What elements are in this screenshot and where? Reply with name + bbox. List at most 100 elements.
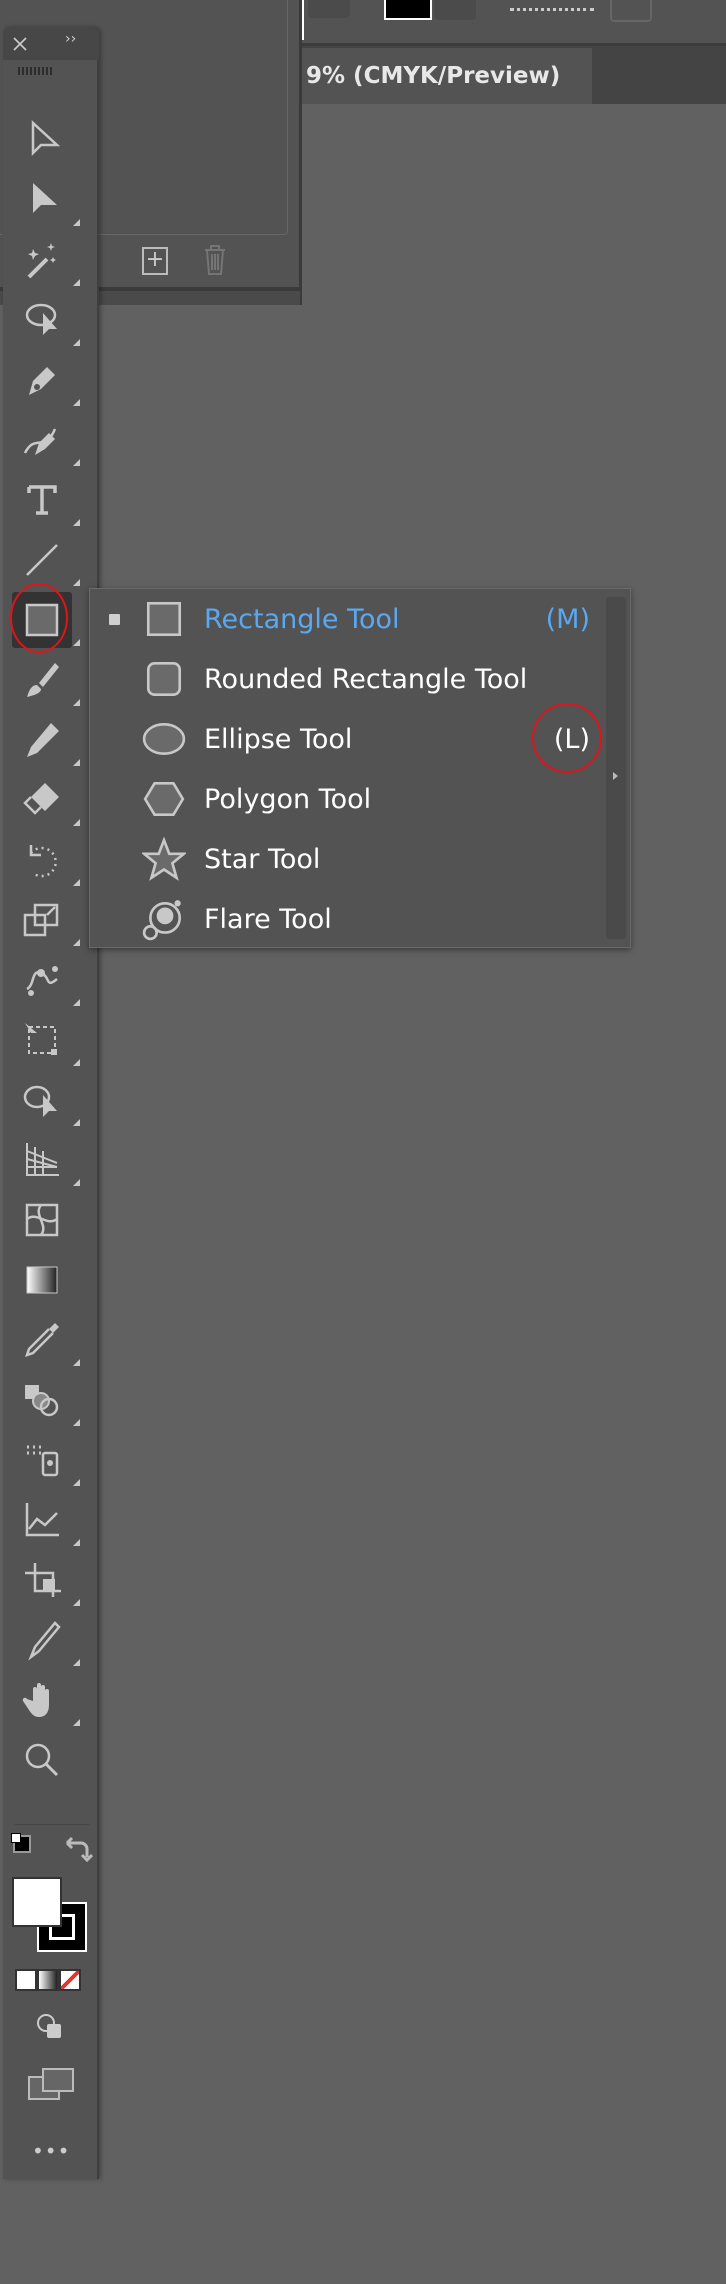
- screen-mode-icon[interactable]: [27, 2067, 75, 2101]
- flyout-indicator-icon: [73, 1659, 80, 1666]
- lasso-tool[interactable]: [12, 292, 80, 348]
- flyout-tearoff-bar[interactable]: [606, 597, 626, 939]
- lasso-icon: [25, 303, 57, 335]
- hand-icon: [22, 1683, 49, 1717]
- transform-icon: [25, 1023, 57, 1055]
- zoom-tool[interactable]: [12, 1732, 72, 1788]
- double-chevron-icon[interactable]: ››: [65, 31, 76, 47]
- tools-panel-header[interactable]: ››: [3, 27, 99, 60]
- perspective-grid-tool[interactable]: [12, 1132, 80, 1188]
- direct-selection-tool[interactable]: [12, 172, 80, 228]
- curvature-icon: [23, 428, 57, 455]
- hand-tool[interactable]: [12, 1672, 80, 1728]
- pen-tool[interactable]: [12, 352, 80, 408]
- none-mode-button[interactable]: [59, 1969, 81, 1991]
- flyout-indicator-icon: [73, 819, 80, 826]
- warp-tool[interactable]: [12, 952, 80, 1008]
- eyedropper-tool[interactable]: [12, 1312, 80, 1368]
- flyout-indicator-icon: [73, 1419, 80, 1426]
- flyout-indicator-icon: [73, 1059, 80, 1066]
- roundrect-icon: [146, 661, 182, 697]
- default-colors-icon[interactable]: [11, 1833, 31, 1853]
- slice-tool[interactable]: [12, 1612, 80, 1668]
- free-transform-tool[interactable]: [12, 1012, 80, 1068]
- star-icon: [142, 837, 186, 881]
- flyout-indicator-icon: [73, 399, 80, 406]
- stroke-dropdown[interactable]: [434, 0, 476, 20]
- rect-icon: [146, 601, 182, 637]
- flyout-item-label: Polygon Tool: [204, 783, 372, 815]
- rotate-tool[interactable]: [12, 832, 80, 888]
- eyedropper-icon: [25, 1323, 59, 1357]
- flyout-indicator-icon: [73, 1479, 80, 1486]
- flyout-item-label: Star Tool: [204, 843, 321, 875]
- brush-icon: [27, 663, 59, 697]
- flare-icon: [142, 900, 182, 941]
- artboard-icon: [25, 1563, 61, 1597]
- trash-icon[interactable]: [203, 244, 227, 276]
- eraser-icon: [23, 783, 59, 815]
- edit-toolbar-button[interactable]: •••: [32, 2139, 70, 2163]
- warp-icon: [26, 966, 58, 996]
- gradient-tool[interactable]: [12, 1252, 72, 1308]
- flyout-indicator-icon: [73, 1719, 80, 1726]
- flyout-item-star[interactable]: Star Tool: [90, 829, 590, 889]
- artboard-tool[interactable]: [12, 1552, 80, 1608]
- type-tool[interactable]: [12, 472, 80, 528]
- symbol-sprayer-tool[interactable]: [12, 1432, 80, 1488]
- curvature-tool[interactable]: [12, 412, 80, 468]
- mesh-tool[interactable]: [12, 1192, 72, 1248]
- blend-tool[interactable]: [12, 1372, 80, 1428]
- annotation-circle-rectangle-tool: [10, 583, 68, 653]
- eraser-tool[interactable]: [12, 772, 80, 828]
- flyout-indicator-icon: [73, 1119, 80, 1126]
- selection-tool[interactable]: [12, 112, 72, 168]
- stroke-label-underline[interactable]: [510, 8, 594, 11]
- flyout-item-flare[interactable]: Flare Tool: [90, 889, 590, 949]
- flyout-indicator-icon: [73, 579, 80, 586]
- flyout-item-shortcut: (M): [545, 603, 590, 635]
- gradient-mode-button[interactable]: [37, 1969, 59, 1991]
- sprayer-icon: [27, 1445, 59, 1477]
- column-graph-tool[interactable]: [12, 1492, 80, 1548]
- flyout-item-roundrect[interactable]: Rounded Rectangle Tool: [90, 649, 590, 709]
- flyout-indicator-icon: [73, 639, 80, 646]
- paintbrush-tool[interactable]: [12, 652, 80, 708]
- blend-icon: [25, 1385, 59, 1417]
- drawing-mode-icon[interactable]: [36, 2013, 64, 2041]
- close-icon[interactable]: [13, 37, 27, 51]
- flyout-item-polygon[interactable]: Polygon Tool: [90, 769, 590, 829]
- grip-handle[interactable]: [18, 67, 54, 75]
- magic-wand-tool[interactable]: [12, 232, 80, 288]
- flyout-indicator-icon: [73, 1599, 80, 1606]
- flyout-indicator-icon: [73, 879, 80, 886]
- zoom-icon: [25, 1743, 59, 1777]
- scale-tool[interactable]: [12, 892, 80, 948]
- flyout-item-ellipse[interactable]: Ellipse Tool (L): [90, 709, 590, 769]
- polygon-icon: [143, 781, 185, 817]
- pencil-icon: [27, 723, 59, 757]
- fill-dropdown[interactable]: [308, 0, 350, 18]
- pen-icon: [29, 367, 55, 395]
- pencil-tool[interactable]: [12, 712, 80, 768]
- flyout-indicator-icon: [73, 1179, 80, 1186]
- flyout-indicator-icon: [73, 339, 80, 346]
- flyout-indicator-icon: [73, 699, 80, 706]
- document-tab[interactable]: 9% (CMYK/Preview): [300, 48, 592, 104]
- flyout-indicator-icon: [73, 999, 80, 1006]
- stroke-swatch[interactable]: [384, 0, 432, 20]
- shape-builder-tool[interactable]: [12, 1072, 80, 1128]
- tools-panel: ›› •••: [3, 27, 99, 2179]
- color-mode-button[interactable]: [15, 1969, 37, 1991]
- flyout-indicator-icon: [73, 279, 80, 286]
- flyout-item-rect[interactable]: Rectangle Tool (M): [90, 589, 590, 649]
- new-layer-icon[interactable]: +: [142, 247, 168, 275]
- type-icon: [27, 485, 57, 515]
- stroke-weight-stepper[interactable]: [610, 0, 652, 22]
- flyout-indicator-icon: [73, 759, 80, 766]
- wand-icon: [27, 243, 56, 279]
- line-segment-tool[interactable]: [12, 532, 80, 588]
- swap-colors-icon[interactable]: [65, 1835, 93, 1863]
- slice-icon: [28, 1621, 61, 1661]
- fill-color-swatch[interactable]: [12, 1877, 62, 1927]
